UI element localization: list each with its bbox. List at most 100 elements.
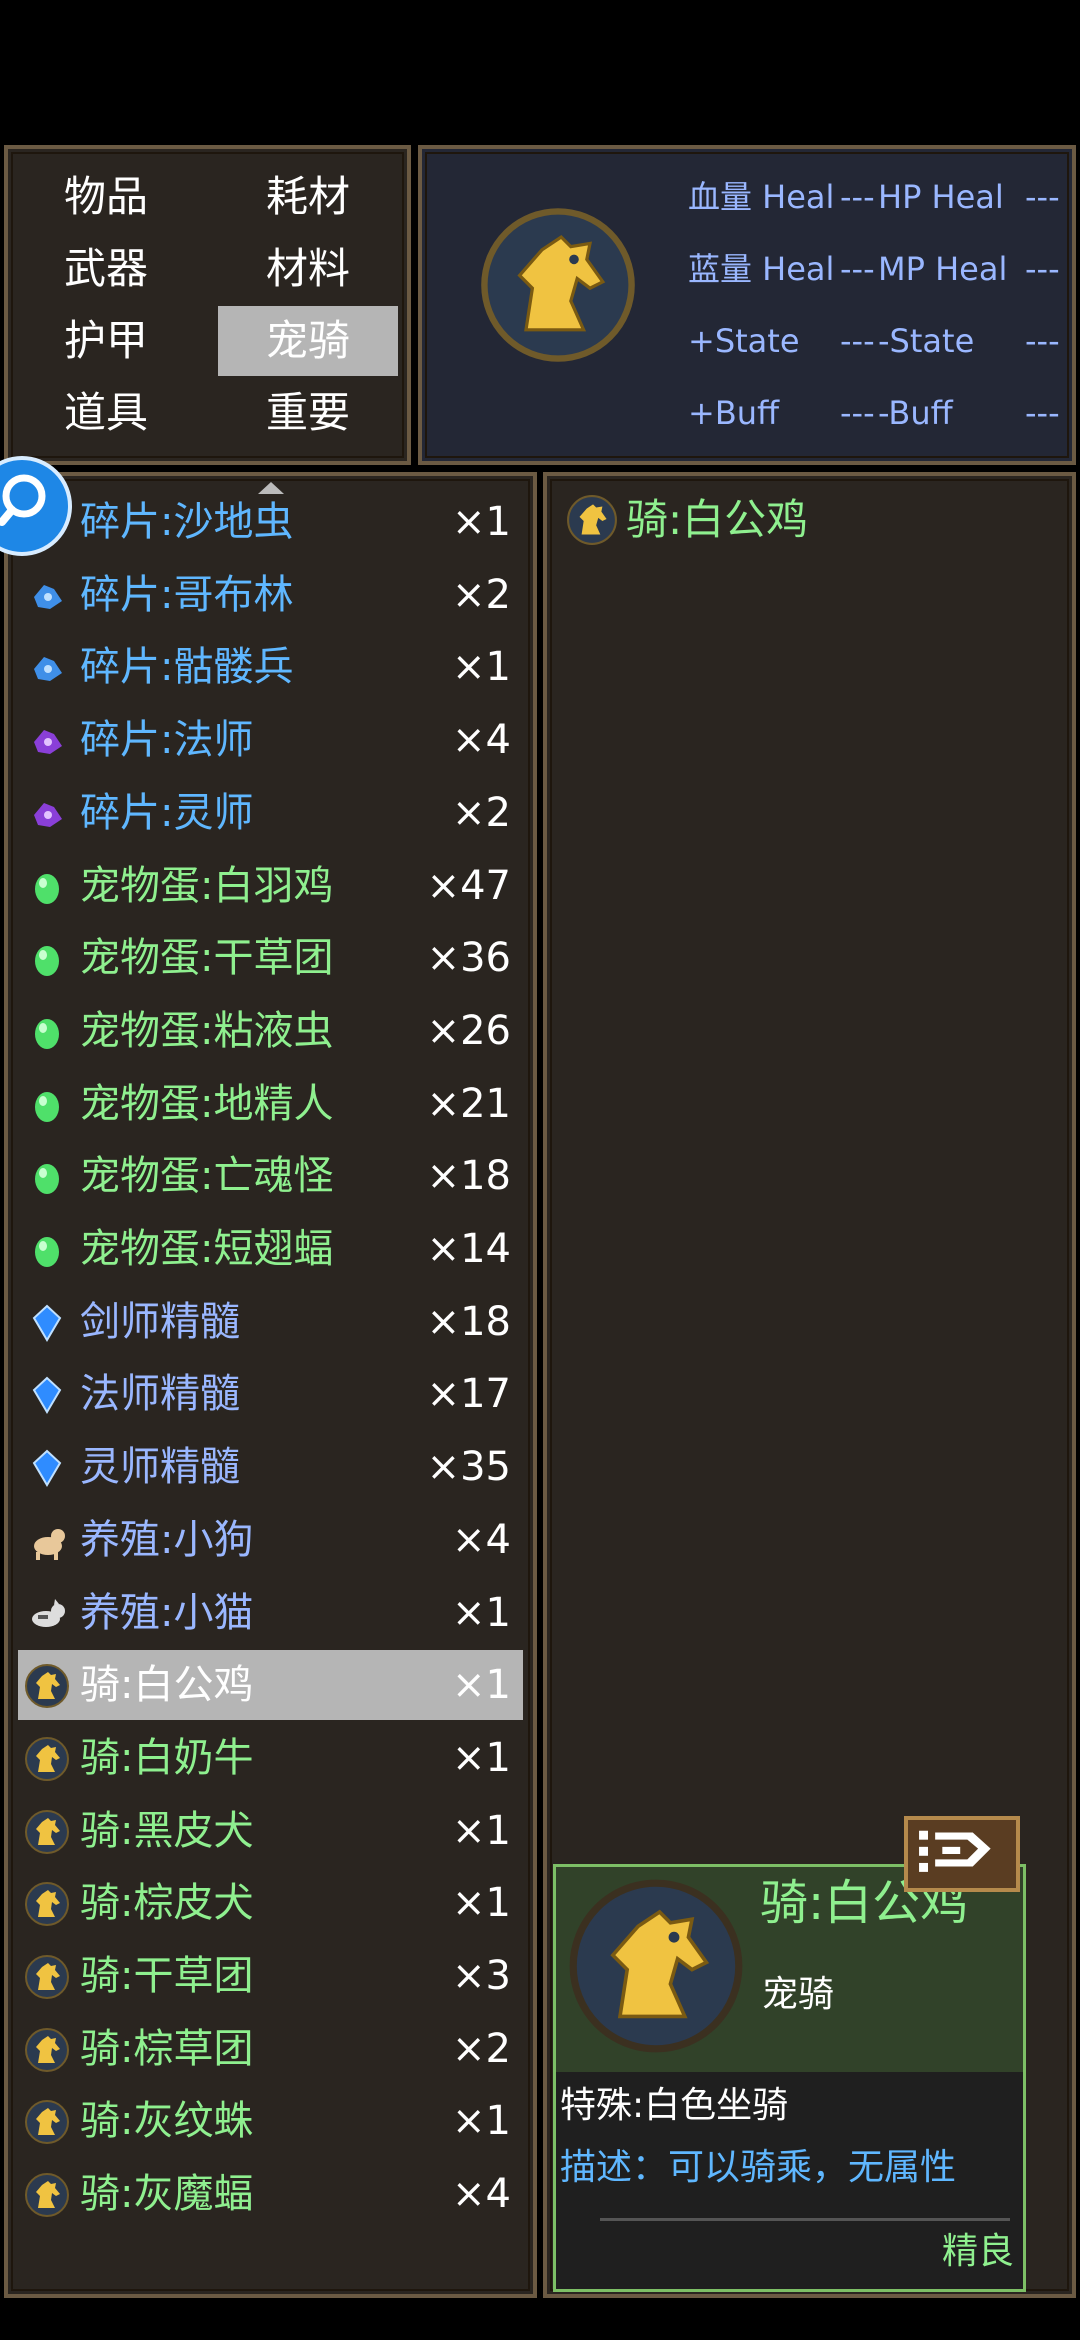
inventory-item[interactable]: 宠物蛋:粘液虫 ×26 <box>18 996 523 1066</box>
item-count: ×1 <box>452 1807 511 1854</box>
inventory-item[interactable]: 宠物蛋:白羽鸡 ×47 <box>18 851 523 921</box>
green-egg-icon <box>35 873 59 904</box>
inventory-item[interactable]: 骑:灰魔蝠 ×4 <box>18 2159 523 2229</box>
inventory-item[interactable]: 灵师精髓 ×35 <box>18 1432 523 1502</box>
category-tab[interactable]: 道具 <box>16 378 196 448</box>
search-button[interactable] <box>0 456 72 556</box>
item-name: 碎片:灵师 <box>80 789 254 836</box>
search-icon <box>0 474 46 526</box>
card-special-text: 特殊:白色坐骑 <box>560 2085 789 2126</box>
item-name: 宠物蛋:短翅蝠 <box>80 1226 334 1272</box>
item-name: 宠物蛋:粘液虫 <box>80 1007 334 1054</box>
item-name: 碎片:骷髅兵 <box>80 644 294 691</box>
inventory-item[interactable]: 骑:棕草团 ×2 <box>18 2014 523 2084</box>
stat-label: +Buff <box>688 394 780 432</box>
item-name: 骑:白公鸡 <box>80 1662 254 1709</box>
green-egg-icon <box>35 946 59 977</box>
green-egg-icon <box>35 1237 59 1267</box>
inventory-item[interactable]: 骑:白奶牛 ×1 <box>18 1723 523 1793</box>
item-count: ×4 <box>452 1516 511 1563</box>
category-tab[interactable]: 护甲 <box>16 306 196 376</box>
inventory-item[interactable]: 宠物蛋:亡魂怪 ×18 <box>18 1141 523 1211</box>
category-tab[interactable]: 耗材 <box>218 162 398 232</box>
stat-value: --- <box>1025 250 1060 288</box>
blue-shard-icon <box>34 657 62 682</box>
stat-row: +State --- -State --- <box>680 306 1060 376</box>
cat-icon <box>32 1598 65 1627</box>
inventory-item[interactable]: 骑:黑皮犬 ×1 <box>18 1796 523 1866</box>
stat-value: --- <box>840 178 875 216</box>
stat-label: HP Heal <box>878 178 1004 216</box>
item-name: 骑:棕草团 <box>80 2025 254 2072</box>
item-name: 骑:灰纹蛛 <box>80 2098 254 2145</box>
item-count: ×2 <box>452 2025 511 2072</box>
horse-head-icon <box>25 1736 69 1781</box>
blue-shard-icon <box>34 584 62 609</box>
item-name: 宠物蛋:干草团 <box>80 935 334 982</box>
green-egg-icon <box>35 1018 59 1049</box>
category-tab[interactable]: 物品 <box>16 162 196 232</box>
category-tab[interactable]: 重要 <box>218 378 398 448</box>
horse-head-icon <box>25 1664 69 1709</box>
item-name: 骑:黑皮犬 <box>80 1807 254 1854</box>
item-count: ×26 <box>426 1007 511 1054</box>
inventory-item[interactable]: 骑:干草团 ×3 <box>18 1941 523 2011</box>
card-divider <box>600 2218 1010 2221</box>
item-name: 骑:白奶牛 <box>80 1734 254 1781</box>
item-name: 宠物蛋:地精人 <box>80 1080 334 1127</box>
purple-shard-icon <box>34 802 62 827</box>
inventory-item[interactable]: 碎片:灵师 ×2 <box>18 778 523 848</box>
inventory-item[interactable]: 剑师精髓 ×18 <box>18 1287 523 1357</box>
green-egg-icon <box>35 1091 59 1122</box>
dog-icon <box>34 1528 65 1560</box>
stat-label: -State <box>878 322 975 360</box>
category-tab[interactable]: 武器 <box>16 234 196 304</box>
item-name: 骑:棕皮犬 <box>80 1880 254 1927</box>
horse-head-icon <box>25 1882 69 1927</box>
stat-label: MP Heal <box>878 250 1008 288</box>
inventory-item[interactable]: 骑:灰纹蛛 ×1 <box>18 2086 523 2156</box>
item-count: ×4 <box>452 717 511 764</box>
item-count: ×1 <box>452 2098 511 2145</box>
sort-button[interactable] <box>904 1816 1020 1892</box>
horse-head-icon <box>25 2173 69 2218</box>
stat-row: 蓝量 Heal --- MP Heal --- <box>680 234 1060 304</box>
inventory-item[interactable]: 养殖:小猫 ×1 <box>18 1578 523 1648</box>
card-quality: 精良 <box>941 2231 1014 2272</box>
item-name: 灵师精髓 <box>80 1444 240 1491</box>
stat-value: --- <box>1025 394 1060 432</box>
horse-head-icon <box>25 2027 69 2072</box>
inventory-item[interactable]: 宠物蛋:短翅蝠 ×14 <box>18 1214 523 1284</box>
item-count: ×2 <box>452 571 511 618</box>
item-count: ×21 <box>426 1080 511 1127</box>
item-name: 骑:干草团 <box>80 1953 254 1999</box>
blue-gem-icon <box>32 1377 62 1415</box>
stat-value: --- <box>1025 322 1060 360</box>
inventory-item[interactable]: 骑:白公鸡 ×1 <box>18 1650 523 1721</box>
inventory-item[interactable]: 骑:棕皮犬 ×1 <box>18 1868 523 1938</box>
item-name: 碎片:沙地虫 <box>80 499 294 545</box>
inventory-item[interactable]: 碎片:骷髅兵 ×1 <box>18 632 523 702</box>
inventory-item[interactable]: 宠物蛋:干草团 ×36 <box>18 923 523 993</box>
inventory-item[interactable]: 碎片:沙地虫 ×1 <box>18 487 523 557</box>
inventory-item[interactable]: 法师精髓 ×17 <box>18 1359 523 1429</box>
item-count: ×17 <box>426 1371 511 1418</box>
item-name: 碎片:哥布林 <box>80 571 294 618</box>
inventory-item[interactable]: 碎片:哥布林 ×2 <box>18 560 523 630</box>
stat-value: --- <box>840 394 875 432</box>
item-name: 骑:灰魔蝠 <box>80 2171 254 2218</box>
horse-head-icon <box>25 1809 69 1854</box>
inventory-item[interactable]: 宠物蛋:地精人 ×21 <box>18 1069 523 1139</box>
stat-label: -Buff <box>878 394 953 432</box>
item-count: ×1 <box>452 644 511 691</box>
inventory-item[interactable]: 养殖:小狗 ×4 <box>18 1505 523 1575</box>
category-tab[interactable]: 材料 <box>218 234 398 304</box>
stat-label: 血量 Heal <box>688 178 835 216</box>
horse-head-icon <box>25 1955 69 1999</box>
category-tab[interactable]: 宠骑 <box>218 306 398 376</box>
item-name: 剑师精髓 <box>80 1298 240 1345</box>
inventory-item[interactable]: 碎片:法师 ×4 <box>18 705 523 775</box>
item-count: ×1 <box>452 499 511 545</box>
item-count: ×35 <box>426 1444 511 1491</box>
item-count: ×3 <box>452 1953 511 1999</box>
